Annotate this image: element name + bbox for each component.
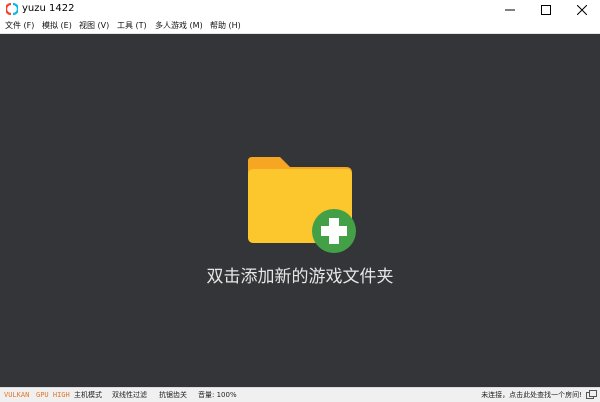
minimize-button[interactable]: [492, 0, 528, 19]
maximize-button[interactable]: [528, 0, 564, 19]
dock-mode-button[interactable]: 主机模式: [74, 389, 102, 401]
game-list-area[interactable]: 双击添加新的游戏文件夹: [0, 34, 600, 387]
add-folder-label[interactable]: 双击添加新的游戏文件夹: [0, 267, 600, 287]
menu-multiplayer[interactable]: 多人游戏 (M): [155, 20, 203, 32]
title-bar: yuzu 1422: [0, 0, 600, 19]
maximize-icon: [541, 4, 551, 15]
menu-view[interactable]: 视图 (V): [79, 20, 109, 32]
minimize-icon: [505, 9, 515, 10]
menu-emulation[interactable]: 模拟 (E): [42, 20, 72, 32]
filter-button[interactable]: 双线性过滤: [112, 389, 147, 401]
volume-button[interactable]: 音量: 100%: [198, 389, 237, 401]
window-title: yuzu 1422: [22, 3, 75, 14]
antialias-button[interactable]: 抗锯齿关: [159, 389, 187, 401]
close-button[interactable]: [564, 0, 600, 19]
menu-tools[interactable]: 工具 (T): [117, 20, 147, 32]
menu-file[interactable]: 文件 (F): [5, 20, 34, 32]
menu-bar: 文件 (F) 模拟 (E) 视图 (V) 工具 (T) 多人游戏 (M) 帮助 …: [0, 19, 600, 34]
menu-help[interactable]: 帮助 (H): [210, 20, 241, 32]
network-status-icon[interactable]: [586, 390, 597, 401]
folder-add-icon[interactable]: [246, 157, 364, 253]
api-status-button[interactable]: VULKAN: [4, 389, 29, 401]
yuzu-logo-icon: [6, 3, 18, 15]
room-status-link[interactable]: 未连接，点击此处查找一个房间!: [481, 389, 582, 401]
status-bar: VULKAN GPU HIGH 主机模式 双线性过滤 抗锯齿关 音量: 100%…: [0, 387, 600, 402]
gpu-accuracy-button[interactable]: GPU HIGH: [36, 389, 70, 401]
close-icon: [577, 4, 587, 15]
